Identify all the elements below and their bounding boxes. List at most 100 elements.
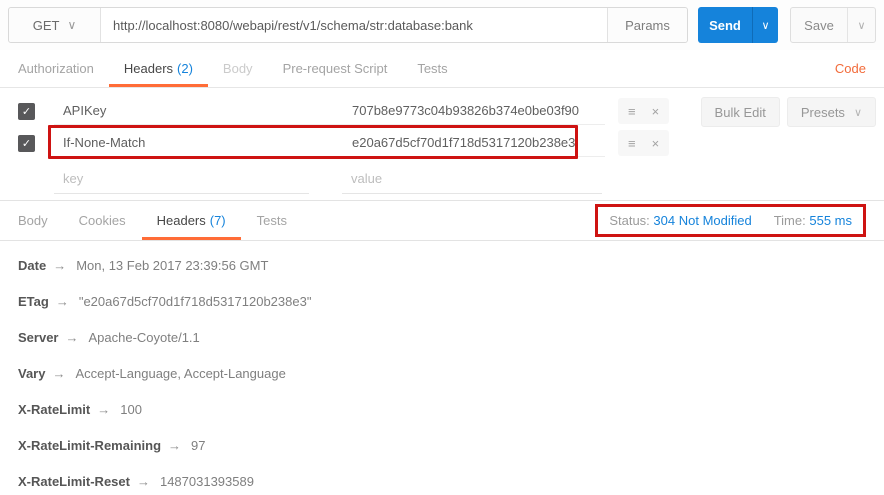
response-header-row: Vary → Accept-Language, Accept-Language (18, 355, 866, 391)
presets-label: Presets (801, 105, 845, 120)
bulk-edit-label: Bulk Edit (715, 105, 766, 120)
response-headers-list: Date → Mon, 13 Feb 2017 23:39:56 GMT ETa… (0, 241, 884, 495)
presets-button[interactable]: Presets ∨ (787, 97, 876, 127)
tab-body[interactable]: Body (223, 50, 253, 87)
response-header-key: Server (18, 330, 58, 345)
response-header-key: X-RateLimit-Reset (18, 474, 130, 489)
arrow-icon: → (168, 438, 181, 453)
response-header-value: "e20a67d5cf70d1f718d5317120b238e3" (79, 294, 312, 309)
new-header-row (0, 164, 884, 194)
chevron-down-icon: ∨ (854, 106, 862, 119)
header-key-text: APIKey (63, 103, 106, 118)
header-checkbox[interactable]: ✓ (18, 135, 35, 152)
header-row-if-none-match: ✓ If-None-Match e20a67d5cf70d1f718d53171… (0, 127, 884, 159)
method-label: GET (33, 18, 60, 33)
status-value[interactable]: 304 Not Modified (653, 213, 751, 228)
bulk-edit-button[interactable]: Bulk Edit (701, 97, 780, 127)
tab-label: Tests (417, 61, 447, 76)
response-header-row: X-RateLimit-Reset → 1487031393589 (18, 463, 866, 495)
send-label: Send (709, 18, 741, 33)
header-value-field[interactable]: e20a67d5cf70d1f718d5317120b238e3 (343, 129, 605, 157)
method-select[interactable]: GET ∨ (9, 8, 101, 42)
params-label: Params (625, 18, 670, 33)
save-split-button: Save ∨ (790, 7, 876, 43)
save-dropdown-button[interactable]: ∨ (847, 8, 875, 42)
url-group: GET ∨ Params (8, 7, 688, 43)
tab-label: Tests (257, 213, 287, 228)
tab-count: (2) (177, 61, 193, 76)
close-icon[interactable]: × (652, 136, 660, 151)
response-header-key: X-RateLimit-Remaining (18, 438, 161, 453)
header-key-field[interactable]: APIKey (54, 97, 343, 125)
params-button[interactable]: Params (607, 8, 687, 42)
tab-label: Cookies (79, 213, 126, 228)
tab-response-tests[interactable]: Tests (257, 201, 287, 240)
response-header-key: Vary (18, 366, 45, 381)
chevron-down-icon: ∨ (67, 18, 76, 32)
header-key-field[interactable]: If-None-Match (54, 129, 343, 157)
send-button[interactable]: Send (698, 7, 752, 43)
url-input[interactable] (101, 8, 607, 42)
tab-response-headers[interactable]: Headers (7) (157, 201, 226, 240)
time-label: Time: (774, 213, 806, 228)
headers-editor: ✓ APIKey 707b8e9773c04b93826b374e0be03f9… (0, 88, 884, 200)
response-header-value: 1487031393589 (160, 474, 254, 489)
response-header-row: Date → Mon, 13 Feb 2017 23:39:56 GMT (18, 247, 866, 283)
red-annotation-box-status: Status: 304 Not Modified Time: 555 ms (595, 204, 866, 237)
arrow-icon: → (97, 402, 110, 417)
status-label: Status: (609, 213, 649, 228)
close-icon[interactable]: × (652, 104, 660, 119)
header-value-text: e20a67d5cf70d1f718d5317120b238e3 (352, 135, 575, 150)
chevron-down-icon: ∨ (761, 19, 769, 32)
tab-label: Pre-request Script (283, 61, 388, 76)
chevron-down-icon: ∨ (857, 19, 865, 32)
time-value[interactable]: 555 ms (809, 213, 852, 228)
drag-handle-icon[interactable]: ≡ (628, 136, 636, 151)
send-dropdown-button[interactable]: ∨ (752, 7, 778, 43)
save-button[interactable]: Save (791, 8, 847, 42)
response-header-row: X-RateLimit-Remaining → 97 (18, 427, 866, 463)
tab-tests[interactable]: Tests (417, 50, 447, 87)
tab-label: Body (223, 61, 253, 76)
tab-label: Body (18, 213, 48, 228)
tab-authorization[interactable]: Authorization (18, 50, 94, 87)
tab-response-body[interactable]: Body (18, 201, 48, 240)
response-header-key: X-RateLimit (18, 402, 90, 417)
tab-pre-request-script[interactable]: Pre-request Script (283, 50, 388, 87)
arrow-icon: → (137, 474, 150, 489)
check-icon: ✓ (22, 137, 31, 150)
response-header-row: Server → Apache-Coyote/1.1 (18, 319, 866, 355)
response-header-value: 97 (191, 438, 205, 453)
response-header-value: Mon, 13 Feb 2017 23:39:56 GMT (76, 258, 268, 273)
header-value-field[interactable]: 707b8e9773c04b93826b374e0be03f90 (343, 97, 605, 125)
send-split-button: Send ∨ (698, 7, 778, 43)
header-checkbox[interactable]: ✓ (18, 103, 35, 120)
header-value-text: 707b8e9773c04b93826b374e0be03f90 (352, 103, 579, 118)
response-header-key: Date (18, 258, 46, 273)
request-bar: GET ∨ Params Send ∨ Save ∨ (0, 0, 884, 50)
header-key-text: If-None-Match (63, 135, 145, 150)
new-header-key-input[interactable] (54, 164, 309, 194)
tab-label: Headers (157, 213, 206, 228)
drag-handle-icon[interactable]: ≡ (628, 104, 636, 119)
response-header-value: Apache-Coyote/1.1 (88, 330, 199, 345)
arrow-icon: → (65, 330, 78, 345)
code-link[interactable]: Code (835, 61, 866, 76)
response-header-value: 100 (120, 402, 142, 417)
tab-headers[interactable]: Headers (2) (124, 50, 193, 87)
new-header-value-input[interactable] (342, 164, 602, 194)
response-header-row: ETag → "e20a67d5cf70d1f718d5317120b238e3… (18, 283, 866, 319)
response-header-value: Accept-Language, Accept-Language (75, 366, 285, 381)
arrow-icon: → (52, 366, 65, 381)
tab-label: Authorization (18, 61, 94, 76)
request-tabs: Authorization Headers (2) Body Pre-reque… (0, 50, 884, 88)
response-tabs: Body Cookies Headers (7) Tests Status: 3… (0, 200, 884, 241)
arrow-icon: → (56, 294, 69, 309)
response-header-key: ETag (18, 294, 49, 309)
tab-response-cookies[interactable]: Cookies (79, 201, 126, 240)
tab-label: Headers (124, 61, 173, 76)
check-icon: ✓ (22, 105, 31, 118)
arrow-icon: → (53, 258, 66, 273)
tab-count: (7) (210, 213, 226, 228)
response-header-row: X-RateLimit → 100 (18, 391, 866, 427)
